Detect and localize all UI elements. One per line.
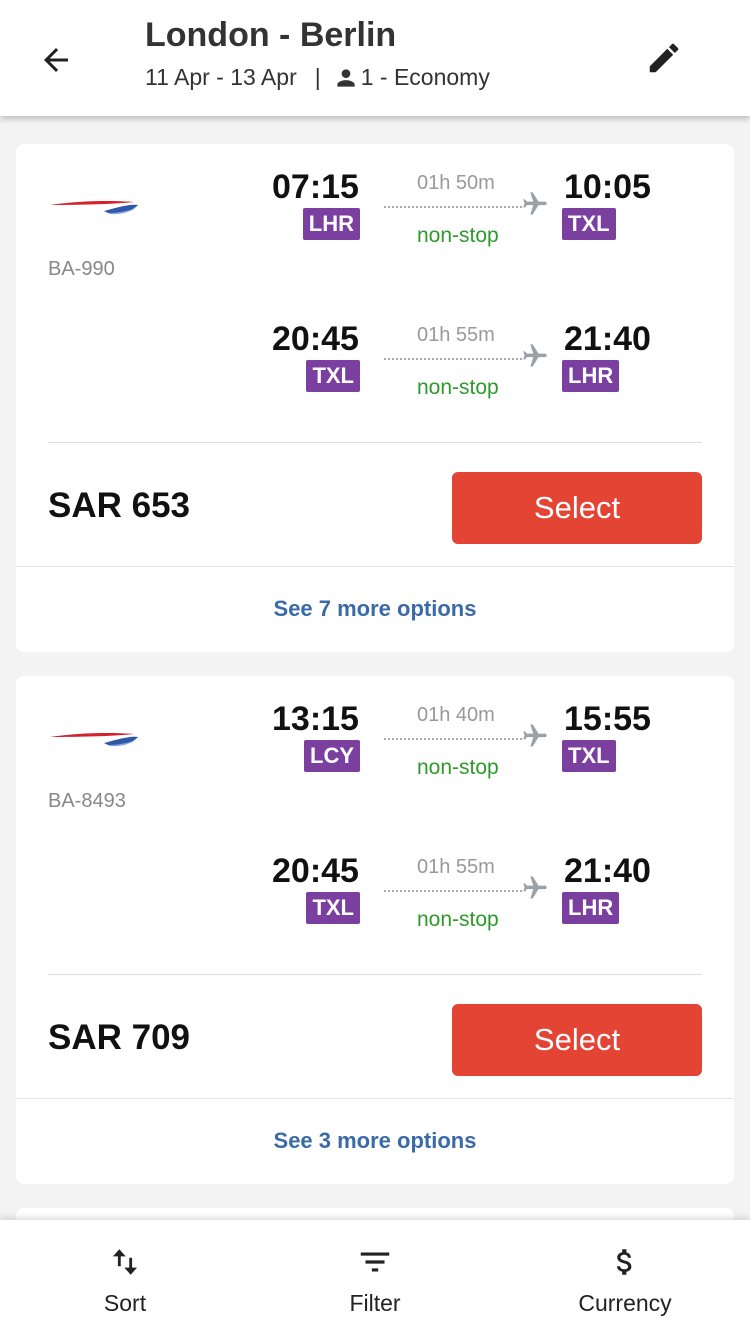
edit-search-button[interactable] — [636, 30, 692, 86]
arrival-time: 21:40 — [564, 320, 651, 358]
arrival-time: 21:40 — [564, 852, 651, 890]
card-divider — [16, 1098, 734, 1099]
bottom-action-bar: Sort Filter Currency — [0, 1220, 750, 1334]
person-icon — [333, 65, 359, 91]
departure-airport: LHR — [302, 208, 360, 240]
see-more-options-link[interactable]: See 3 more options — [16, 1128, 734, 1154]
flight-duration: 01h 55m — [417, 324, 495, 346]
sort-arrows-icon — [105, 1242, 145, 1282]
trip-summary: 11 Apr - 13 Apr | 1 - Economy — [145, 64, 490, 91]
return-leg: 20:45 TXL 01h 55m non-stop 21:40 LHR — [16, 320, 734, 420]
airplane-icon — [523, 876, 547, 899]
stops-label: non-stop — [417, 376, 499, 399]
currency-button[interactable]: Currency — [500, 1220, 750, 1334]
arrival-time: 10:05 — [564, 168, 651, 206]
back-button[interactable] — [28, 32, 84, 88]
departure-airport: TXL — [306, 360, 360, 392]
departure-airport: LCY — [304, 740, 360, 772]
outbound-leg: 07:15 LHR 01h 50m non-stop 10:05 TXL — [16, 168, 734, 268]
route-line — [384, 890, 522, 892]
return-leg: 20:45 TXL 01h 55m non-stop 21:40 LHR — [16, 852, 734, 952]
stops-label: non-stop — [417, 224, 499, 247]
airplane-icon — [523, 724, 547, 747]
price: SAR 653 — [48, 486, 191, 525]
route-line — [384, 358, 522, 360]
dollar-icon — [605, 1242, 645, 1282]
card-divider — [16, 566, 734, 567]
outbound-leg: 13:15 LCY 01h 40m non-stop 15:55 TXL — [16, 700, 734, 800]
flight-duration: 01h 50m — [417, 172, 495, 194]
route-title: London - Berlin — [145, 16, 397, 54]
sort-label: Sort — [103, 1290, 147, 1316]
departure-time: 20:45 — [272, 320, 359, 358]
see-more-options-link[interactable]: See 7 more options — [16, 596, 734, 622]
flight-duration: 01h 40m — [417, 704, 495, 726]
sort-button[interactable]: Sort — [0, 1220, 250, 1334]
route-line — [384, 206, 522, 208]
stops-label: non-stop — [417, 908, 499, 931]
currency-label: Currency — [578, 1290, 672, 1316]
card-divider — [48, 974, 702, 975]
card-divider — [48, 442, 702, 443]
airplane-icon — [523, 344, 547, 367]
route-line — [384, 738, 522, 740]
pencil-icon — [649, 43, 679, 73]
departure-time: 20:45 — [272, 852, 359, 890]
arrow-left-icon — [44, 48, 68, 72]
departure-time: 07:15 — [272, 168, 359, 206]
filter-lines-icon — [355, 1242, 395, 1282]
flight-result-card: BA-990 07:15 LHR 01h 50m non-stop 10:05 … — [16, 144, 734, 652]
arrival-airport: TXL — [562, 208, 616, 240]
airplane-icon — [523, 192, 547, 215]
filter-button[interactable]: Filter — [250, 1220, 500, 1334]
departure-time: 13:15 — [272, 700, 359, 738]
app-header: London - Berlin 11 Apr - 13 Apr | 1 - Ec… — [0, 0, 750, 116]
price: SAR 709 — [48, 1018, 191, 1057]
arrival-airport: LHR — [562, 360, 620, 392]
stops-label: non-stop — [417, 756, 499, 779]
flight-result-card: BA-8493 13:15 LCY 01h 40m non-stop 15:55… — [16, 676, 734, 1184]
arrival-time: 15:55 — [564, 700, 651, 738]
passenger-class: 1 - Economy — [360, 64, 490, 90]
select-button[interactable]: Select — [452, 472, 702, 544]
flight-duration: 01h 55m — [417, 856, 495, 878]
trip-dates: 11 Apr - 13 Apr — [145, 64, 297, 90]
departure-airport: TXL — [306, 892, 360, 924]
arrival-airport: LHR — [562, 892, 620, 924]
select-button[interactable]: Select — [452, 1004, 702, 1076]
summary-separator: | — [314, 64, 321, 90]
filter-label: Filter — [349, 1290, 401, 1316]
arrival-airport: TXL — [562, 740, 616, 772]
